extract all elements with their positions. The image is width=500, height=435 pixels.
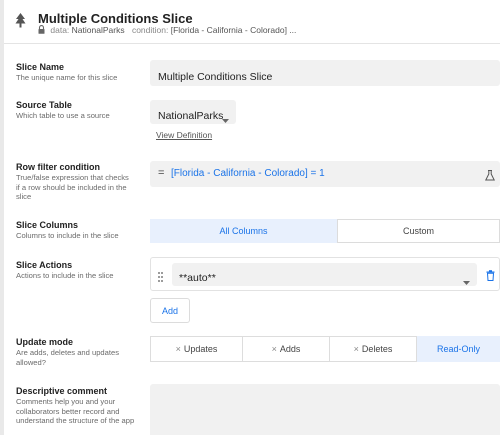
source-table-label-group: Source Table Which table to use a source [16,100,144,121]
dropdown-arrow-icon [463,272,470,290]
slice-columns-label-group: Slice Columns Columns to include in the … [16,220,144,241]
condition-label: condition: [131,25,169,35]
update-mode-description-line: allowed? [16,357,46,367]
comment-textarea[interactable] [150,384,500,435]
comment-description-line: Comments help you and your [16,397,116,406]
drag-handle-icon[interactable] [158,269,163,287]
slice-header: Multiple Conditions Slice data: National… [4,0,500,44]
row-filter-description-line: slice [16,192,32,201]
slice-actions-label: Slice Actions [16,260,73,270]
slice-name-label: Slice Name [16,62,65,72]
row-filter-expression: [Florida - California - Colorado] = 1 [171,168,325,179]
slice-action-select[interactable]: **auto** [172,263,477,286]
slice-name-input[interactable]: Multiple Conditions Slice [150,60,500,86]
slice-name-label-group: Slice Name The unique name for this slic… [16,62,144,83]
update-mode-description-line: Are adds, deletes and updates [16,348,120,357]
comment-label: Descriptive comment [16,386,108,396]
slice-action-row: **auto** [150,257,500,291]
slice-actions-description: Actions to include in the slice [16,271,114,280]
lock-icon [38,25,45,36]
deletes-label: Deletes [361,344,393,354]
slice-title: Multiple Conditions Slice [38,11,193,26]
row-filter-description-line: True/false expression that checks [16,173,129,182]
updates-toggle[interactable]: × Updates [150,336,243,362]
all-columns-option[interactable]: All Columns [150,219,337,243]
expression-operator-value: = 1 [307,168,325,179]
close-icon: × [353,344,359,354]
row-filter-label: Row filter condition [16,162,100,172]
slice-columns-label: Slice Columns [16,220,79,230]
slice-columns-description: Columns to include in the slice [16,231,119,240]
comment-label-group: Descriptive comment Comments help you an… [16,386,144,426]
update-mode-label-group: Update mode Are adds, deletes and update… [16,337,144,367]
slice-name-value: Multiple Conditions Slice [158,71,273,83]
updates-label: Updates [183,344,218,354]
source-table-description: Which table to use a source [16,111,110,120]
close-icon: × [175,344,181,354]
adds-label: Adds [279,344,301,354]
row-filter-label-group: Row filter condition True/false expressi… [16,162,144,202]
comment-description-line: collaborators better record and [16,406,120,416]
custom-columns-option[interactable]: Custom [337,219,500,243]
view-definition-link[interactable]: View Definition [156,130,212,140]
close-icon: × [271,344,277,354]
slice-editor-panel: Multiple Conditions Slice data: National… [4,0,500,435]
source-table-select[interactable]: NationalParks [150,100,236,124]
update-mode-label: Update mode [16,337,74,347]
comment-description-line: understand the structure of the app [16,416,135,425]
slice-action-value: **auto** [179,272,216,284]
add-action-button[interactable]: Add [150,298,190,323]
data-value: NationalParks [71,25,125,35]
source-table-value: NationalParks [158,110,224,122]
dropdown-arrow-icon [222,110,229,128]
equals-sign: = [158,167,165,179]
tree-icon [15,13,26,34]
expression-column-ref: [Florida - California - Colorado] [171,168,308,179]
slice-name-description: The unique name for this slice [16,73,118,82]
read-only-toggle[interactable]: Read-Only [417,336,500,362]
slice-actions-label-group: Slice Actions Actions to include in the … [16,260,144,281]
adds-toggle[interactable]: × Adds [243,336,330,362]
trash-icon[interactable] [486,268,495,286]
slice-meta: data: NationalParks condition: [Florida … [38,25,296,36]
flask-icon[interactable] [484,168,496,186]
data-label: data: [50,25,70,35]
row-filter-expression-input[interactable]: = [Florida - California - Colorado] = 1 [150,161,500,187]
condition-value: [Florida - California - Colorado] ... [170,25,297,35]
deletes-toggle[interactable]: × Deletes [330,336,417,362]
row-filter-description-line: if a row should be included in the [16,182,127,192]
source-table-label: Source Table [16,100,72,110]
